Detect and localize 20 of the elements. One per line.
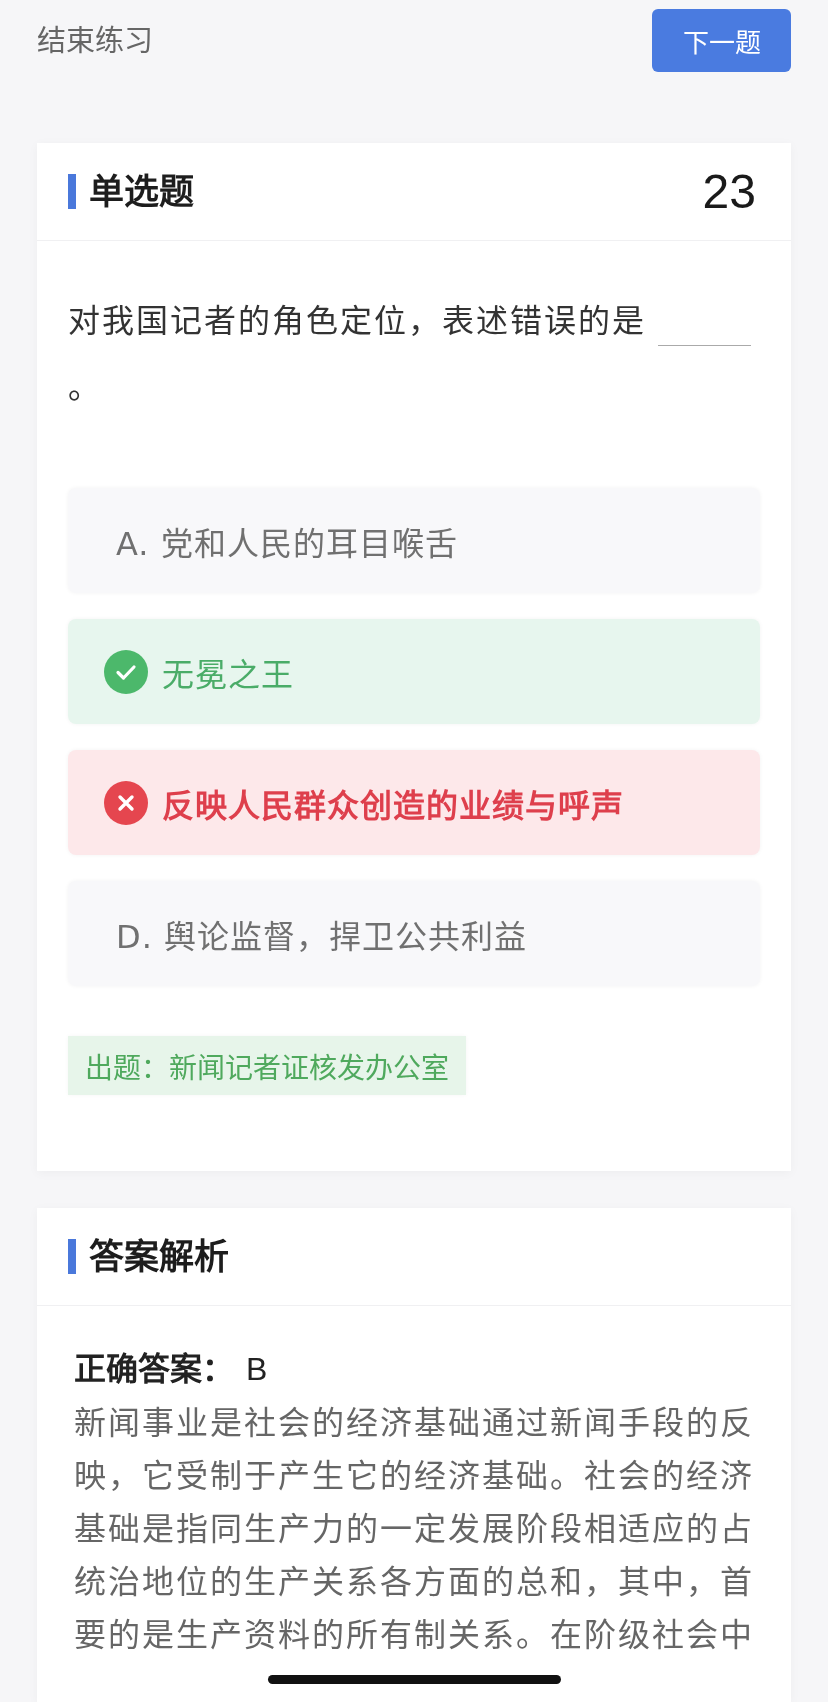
answer-option[interactable]: 无冕之王 <box>68 619 760 724</box>
home-indicator[interactable] <box>268 1675 561 1684</box>
end-practice-link[interactable]: 结束练习 <box>37 20 153 61</box>
answer-option[interactable]: A. 党和人民的耳目喉舌 <box>68 488 760 593</box>
next-question-button[interactable]: 下一题 <box>652 9 791 72</box>
explanation-text: 新闻事业是社会的经济基础通过新闻手段的反映，它受制于产生它的经济基础。社会的经济基础是指同生产力的一定发展阶段相适应的占统治地位的生产关系各方面的总和，其中，首要的是生产资料的所有制关系。在阶级社会中 <box>74 1403 755 1656</box>
correct-answer-label: 正确答案： <box>74 1349 234 1390</box>
source-tag: 出题：新闻记者证核发办公室 <box>68 1036 466 1095</box>
question-number: 23 <box>702 163 756 220</box>
question-end-mark: 。 <box>68 367 100 408</box>
answer-option[interactable]: D. 舆论监督，捍卫公共利益 <box>68 881 760 986</box>
card-title: 答案解析 <box>89 1234 229 1279</box>
title-accent-bar <box>68 1239 76 1274</box>
title-accent-bar <box>68 174 76 209</box>
close-icon <box>104 780 148 825</box>
question-text: 对我国记者的角色定位，表述错误的是 <box>68 302 646 340</box>
check-icon <box>104 649 148 694</box>
correct-answer-value: B <box>246 1350 268 1389</box>
answer-option[interactable]: 反映人民群众创造的业绩与呼声 <box>68 750 760 855</box>
card-title: 单选题 <box>89 169 194 214</box>
